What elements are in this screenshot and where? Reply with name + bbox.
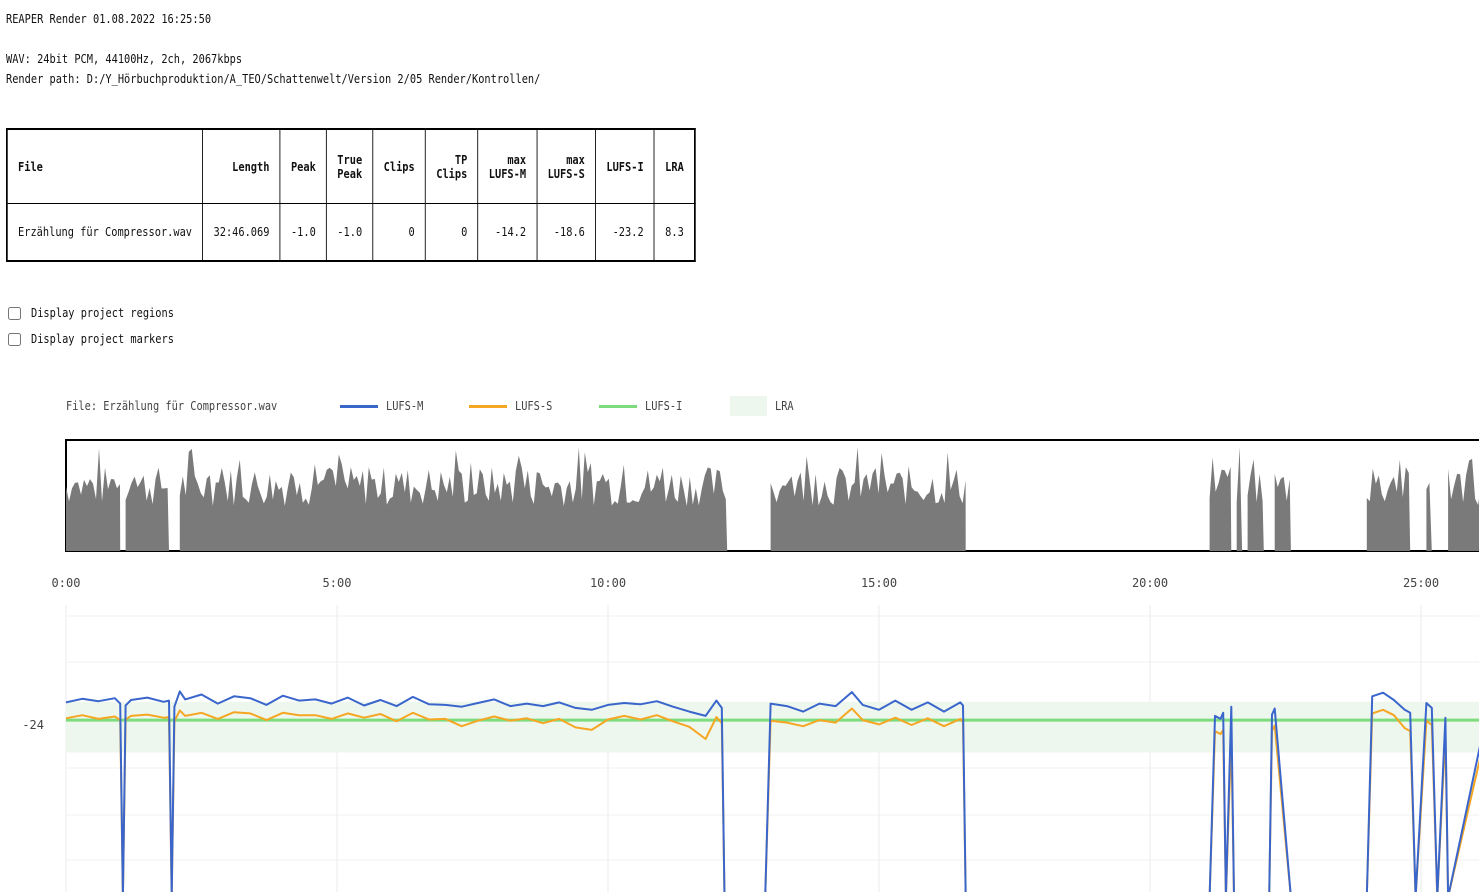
report-title: REAPER Render 01.08.2022 16:25:50 — [6, 12, 212, 26]
cell-true-peak: -1.0 — [326, 203, 374, 262]
legend-file: File: Erzählung für Compressor.wav — [66, 396, 312, 416]
legend-swatch-lufs-s — [469, 404, 507, 408]
loudness-chart: 0:00 5:00 10:00 15:00 20:00 25:00 -24 — [22, 439, 1479, 892]
loudness-plot: -24 — [22, 615, 1479, 892]
chart-legend: File: Erzählung für Compressor.wav LUFS-… — [66, 396, 966, 416]
cell-clips: 0 — [372, 203, 426, 262]
legend-label-lufs-m: LUFS-M — [386, 399, 424, 413]
col-header-true-peak: True Peak — [326, 128, 374, 204]
col-header-lra: LRA — [653, 128, 696, 204]
display-markers-label: Display project markers — [31, 332, 174, 346]
legend-label-lufs-i: LUFS-I — [645, 399, 683, 413]
col-header-max-lufs-m: max LUFS-M — [477, 128, 538, 204]
legend-swatch-lufs-i — [599, 404, 637, 408]
legend-label-lufs-s: LUFS-S — [515, 399, 553, 413]
y-tick-label: -24 — [22, 718, 44, 732]
legend-item-lufs-s[interactable]: LUFS-S — [469, 396, 558, 416]
col-header-file: File — [6, 128, 204, 204]
legend-swatch-lufs-m — [340, 404, 378, 408]
legend-file-label: File: Erzählung für Compressor.wav — [66, 399, 278, 413]
legend-item-lra[interactable]: LRA — [730, 396, 797, 416]
x-tick-label: 20:00 — [1132, 576, 1168, 590]
cell-file: Erzählung für Compressor.wav — [6, 203, 204, 262]
cell-lufs-i: -23.2 — [595, 203, 655, 262]
cell-tp-clips: 0 — [425, 203, 479, 262]
col-header-lufs-i: LUFS-I — [595, 128, 655, 204]
render-path: Render path: D:/Y_Hörbuchproduktion/A_TE… — [6, 72, 541, 86]
col-header-peak: Peak — [279, 128, 327, 204]
display-regions-label: Display project regions — [31, 306, 174, 320]
display-markers-option[interactable]: Display project markers — [8, 332, 197, 346]
waveform-overview — [65, 439, 1479, 552]
table-row: Erzählung für Compressor.wav 32:46.069 -… — [6, 203, 696, 262]
display-regions-checkbox[interactable] — [8, 306, 21, 320]
legend-swatch-lra — [730, 396, 767, 416]
x-tick-label: 5:00 — [323, 576, 352, 590]
col-header-length: Length — [202, 128, 281, 204]
cell-max-lufs-m: -14.2 — [477, 203, 538, 262]
cell-length: 32:46.069 — [202, 203, 281, 262]
display-markers-checkbox[interactable] — [8, 332, 21, 346]
x-tick-label: 0:00 — [52, 576, 81, 590]
lra-band — [66, 701, 1479, 753]
legend-item-lufs-m[interactable]: LUFS-M — [340, 396, 429, 416]
display-regions-option[interactable]: Display project regions — [8, 306, 197, 320]
x-tick-label: 25:00 — [1403, 576, 1439, 590]
cell-max-lufs-s: -18.6 — [536, 203, 597, 262]
wav-info: WAV: 24bit PCM, 44100Hz, 2ch, 2067kbps — [6, 52, 243, 66]
legend-item-lufs-i[interactable]: LUFS-I — [599, 396, 688, 416]
cell-lra: 8.3 — [653, 203, 696, 262]
x-tick-label: 10:00 — [590, 576, 626, 590]
table-header-row: File Length Peak True Peak Clips TP Clip… — [6, 128, 696, 204]
cell-peak: -1.0 — [279, 203, 327, 262]
col-header-tp-clips: TP Clips — [425, 128, 479, 204]
col-header-max-lufs-s: max LUFS-S — [536, 128, 597, 204]
x-tick-label: 15:00 — [861, 576, 897, 590]
legend-label-lra: LRA — [775, 399, 794, 413]
stats-table: File Length Peak True Peak Clips TP Clip… — [6, 128, 696, 262]
col-header-clips: Clips — [372, 128, 426, 204]
